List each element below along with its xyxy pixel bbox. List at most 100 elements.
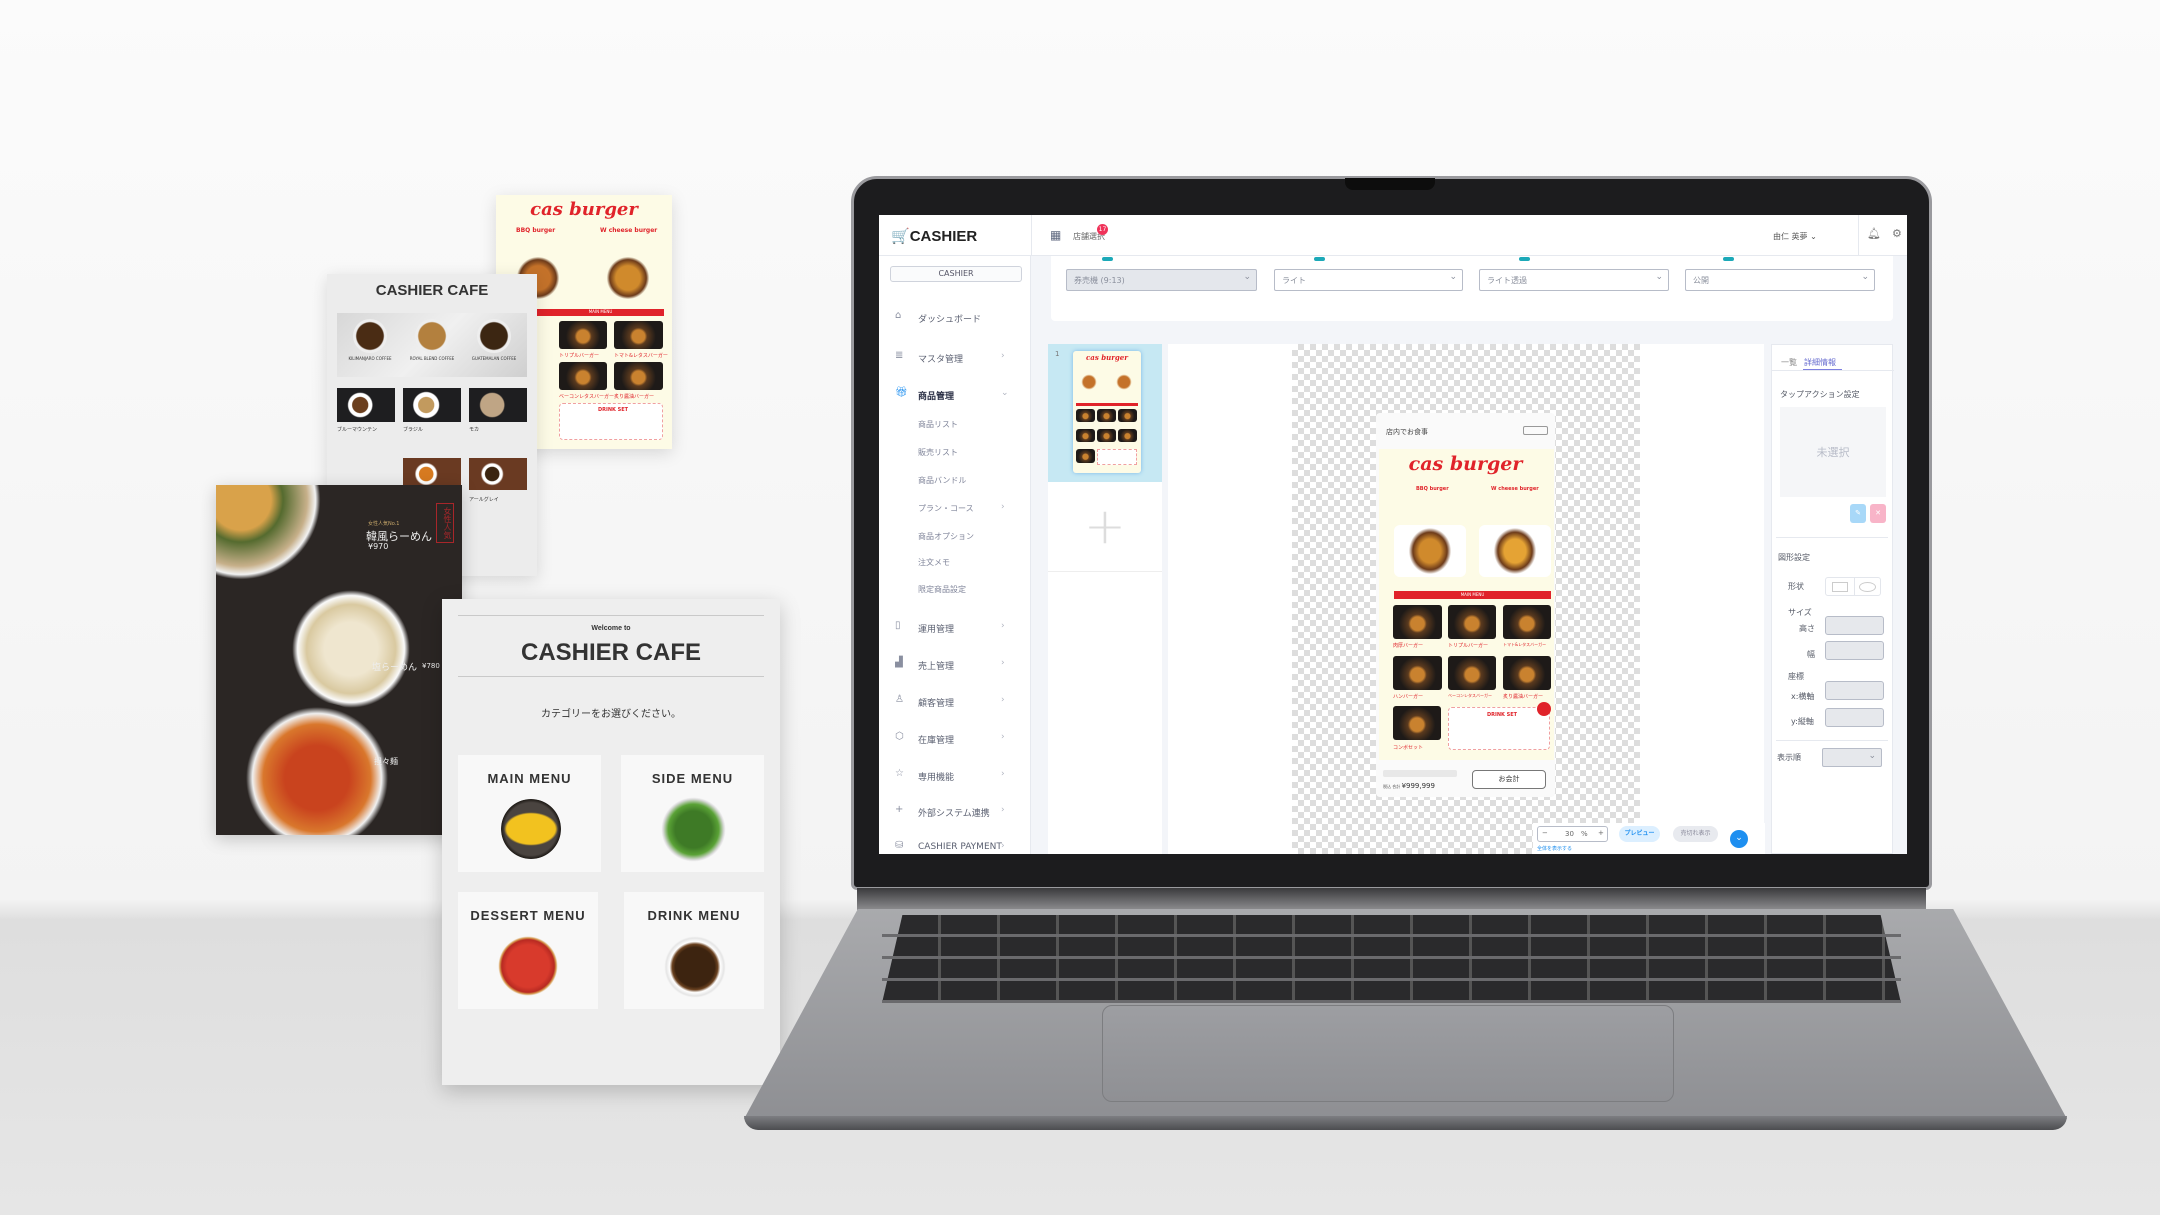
user-menu[interactable]: 由仁 英夢 ⌄ <box>1773 231 1817 242</box>
sidebar-item[interactable]: 限定商品設定 <box>879 580 1031 600</box>
zoom-in-button[interactable]: + <box>1598 829 1604 837</box>
category-drink-menu[interactable]: DRINK MENU <box>624 892 764 1009</box>
shape-label: 形状 <box>1788 582 1804 591</box>
drink-set-label: DRINK SET <box>598 407 629 413</box>
sidebar-item[interactable]: ⬡ 在庫管理 › <box>879 729 1031 749</box>
chevron-right-icon[interactable]: › <box>1001 502 1005 512</box>
gear-icon[interactable]: ⚙ <box>1892 227 1902 240</box>
theme-select[interactable]: ライト <box>1274 269 1463 291</box>
poster-item: W cheese burger <box>600 227 658 234</box>
sidebar-item[interactable]: 商品バンドル <box>879 471 1031 491</box>
fit-all-link[interactable]: 全体を表示する <box>1537 845 1572 852</box>
height-label: 高さ <box>1799 624 1815 633</box>
transparency-select[interactable]: ライト透過 <box>1479 269 1669 291</box>
app-header: 🛒CASHIER ▦ 店舗選択 17 由仁 英夢 ⌄ 🔔︎ ⚙ <box>879 215 1907 256</box>
chevron-right-icon[interactable]: › <box>1001 732 1005 742</box>
chevron-right-icon[interactable]: › <box>1001 805 1005 815</box>
camera-notch <box>1345 178 1435 190</box>
coffee-item: モカ <box>469 427 480 433</box>
y-input[interactable] <box>1825 708 1884 727</box>
category-prompt: カテゴリーをお選びください。 <box>541 709 681 720</box>
checkout-button[interactable]: お会計 <box>1472 770 1546 789</box>
sidebar-item[interactable]: 注文メモ <box>879 553 1031 573</box>
chevron-down-icon[interactable]: ⌄ <box>1730 830 1748 848</box>
height-input[interactable] <box>1825 616 1884 635</box>
menu-item[interactable]: ベーコンレタスバーガー <box>1448 693 1492 699</box>
menu-item[interactable]: 肉厚バーガー <box>1393 642 1423 649</box>
cafe-kiosk-card: Welcome to CASHIER CAFE カテゴリーをお選びください。 M… <box>442 599 780 1085</box>
drink-set-label: DRINK SET <box>1487 712 1518 718</box>
zoom-unit: % <box>1581 830 1588 838</box>
publish-select[interactable]: 公開 <box>1685 269 1875 291</box>
ramen-price: ¥970 <box>368 542 389 551</box>
zoom-value[interactable]: 30 <box>1565 830 1574 838</box>
sidebar-item-label: 売上管理 <box>918 662 955 672</box>
sold-out-toggle[interactable]: 売切れ表示 <box>1673 826 1718 842</box>
menu-item[interactable]: 炙り醤油バーガー <box>1503 693 1543 700</box>
chevron-right-icon[interactable]: › <box>1001 658 1005 668</box>
sidebar-item-label: CASHIER PAYMENT <box>918 842 1002 852</box>
sidebar-item[interactable]: + 外部システム連携 › <box>879 802 1031 822</box>
trackpad <box>1102 1005 1674 1102</box>
category-dessert-menu[interactable]: DESSERT MENU <box>458 892 598 1009</box>
sidebar-item-label: 在庫管理 <box>918 736 955 746</box>
dine-in-label: 店内でお食事 <box>1386 428 1428 436</box>
edit-button[interactable]: ✎ <box>1850 504 1866 523</box>
chevron-right-icon[interactable]: › <box>1001 695 1005 705</box>
menu-item[interactable]: トリプルバーガー <box>1448 642 1488 649</box>
sidebar-item[interactable]: ▯ 運用管理 › <box>879 618 1031 638</box>
featured-coffee: GUATEMALAN COFFEE <box>471 356 517 361</box>
add-page-button[interactable]: + <box>1048 482 1162 572</box>
home-icon: ⌂ <box>895 310 902 321</box>
menu-item[interactable]: コンボセット <box>1393 744 1423 751</box>
x-input[interactable] <box>1825 681 1884 700</box>
welcome-text: Welcome to <box>591 625 631 632</box>
sidebar-item[interactable]: ⌂ ダッシュボード <box>879 308 1031 328</box>
chevron-right-icon[interactable]: › <box>1001 841 1005 851</box>
size-label: サイズ <box>1788 608 1812 617</box>
shape-toggle[interactable] <box>1825 577 1881 596</box>
sidebar-item[interactable]: 商品リスト <box>879 415 1031 435</box>
preview-button[interactable]: プレビュー <box>1619 826 1660 842</box>
cafe-title: CASHIER CAFE <box>520 639 701 666</box>
bell-icon[interactable]: 🔔︎ <box>1867 227 1881 240</box>
sidebar-item[interactable]: ≣ マスタ管理 › <box>879 348 1031 368</box>
ramen-price: ¥780 <box>422 662 440 670</box>
sidebar-item[interactable]: 販売リスト <box>879 443 1031 463</box>
device-select[interactable]: 券売機 (9:13) <box>1066 269 1257 291</box>
account-button[interactable]: CASHIER <box>890 266 1022 282</box>
omelette-image <box>501 799 561 859</box>
sidebar-item[interactable]: ♙ 顧客管理 › <box>879 692 1031 712</box>
page-thumbnail-1[interactable]: 1 cas burger <box>1048 344 1162 482</box>
grid-icon[interactable]: ▦ <box>1050 228 1061 242</box>
menu-item[interactable]: ハンバーガー <box>1393 693 1423 700</box>
gift-icon: 🎁︎ <box>895 387 908 398</box>
sidebar-item[interactable]: プラン・コース › <box>879 499 1031 519</box>
total: 税込 合計 ¥999,999 <box>1383 782 1435 790</box>
preview-title: cas burger <box>1408 453 1523 475</box>
width-input[interactable] <box>1825 641 1884 660</box>
sidebar: CASHIER ⌂ ダッシュボード ≣ マスタ管理 › 🎁︎ 商品管理 ⌄ 商品リスト販売リスト… <box>879 256 1031 854</box>
sidebar-item[interactable]: 🎁︎ 商品管理 ⌄ <box>879 385 1031 405</box>
order-select[interactable] <box>1822 748 1882 767</box>
sidebar-item[interactable]: 商品オプション <box>879 527 1031 547</box>
coffee-item: ブラジル <box>403 427 423 433</box>
ramen-poster: 女性人気No.1 韓風らーめん ¥970 女性人気 塩らーめん ¥780 担々麺 <box>216 485 462 835</box>
menu-item[interactable]: トマト&レタスバーガー <box>1503 642 1546 648</box>
chevron-right-icon[interactable]: › <box>1001 769 1005 779</box>
sidebar-item[interactable]: ⛁ CASHIER PAYMENT › <box>879 838 1031 854</box>
zoom-out-button[interactable]: − <box>1542 829 1548 837</box>
user-icon: ♙ <box>895 694 904 705</box>
sidebar-item-label: 限定商品設定 <box>918 585 966 594</box>
sidebar-item[interactable]: ▟ 売上管理 › <box>879 655 1031 675</box>
sidebar-item[interactable]: ☆ 専用機能 › <box>879 766 1031 786</box>
category-side-menu[interactable]: SIDE MENU <box>621 755 764 872</box>
chevron-right-icon[interactable]: › <box>1001 621 1005 631</box>
category-main-menu[interactable]: MAIN MENU <box>458 755 601 872</box>
tab-list[interactable]: 一覧 <box>1781 357 1797 368</box>
tab-details[interactable]: 詳細情報 <box>1804 357 1836 368</box>
chevron-down-icon[interactable]: ⌄ <box>1001 388 1009 398</box>
delete-button[interactable]: ✕ <box>1870 504 1886 523</box>
chevron-right-icon[interactable]: › <box>1001 351 1005 361</box>
logo[interactable]: 🛒CASHIER <box>891 227 977 245</box>
